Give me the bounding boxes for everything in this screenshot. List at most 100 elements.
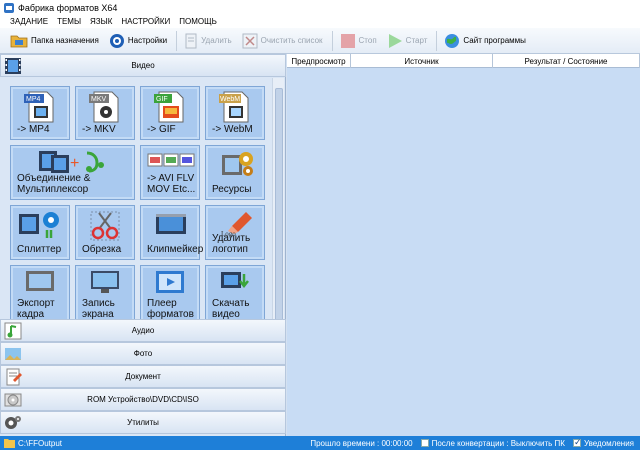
splitter-icon — [19, 212, 59, 238]
tile-to-mkv[interactable]: MKV -> MKV — [75, 86, 135, 140]
tile-export-frame[interactable]: Экспорт кадра — [10, 265, 70, 325]
tile-to-avi-flv-mov[interactable]: -> AVI FLV MOV Etc... — [140, 145, 200, 200]
tile-download-video[interactable]: Скачать видео — [205, 265, 265, 325]
tile-splitter[interactable]: Сплиттер — [10, 205, 70, 260]
tile-format-player-label: Плеер форматов — [147, 298, 194, 320]
category-document[interactable]: Документ — [0, 365, 286, 388]
formats-icon — [147, 153, 195, 167]
settings-label: Настройки — [127, 36, 168, 45]
mkv-file-icon: MKV — [89, 91, 119, 123]
after-convert-label: После конвертации : Выключить ПК — [431, 438, 565, 448]
stop-label: Стоп — [358, 36, 377, 45]
clear-icon — [242, 33, 258, 48]
webm-file-icon: WebM — [219, 91, 249, 123]
tile-merge-mux-label: Объединение & Мультиплексор — [17, 173, 91, 195]
tile-resources[interactable]: Ресурсы — [205, 145, 265, 200]
category-photo[interactable]: Фото — [0, 342, 286, 365]
tile-remove-logo-label: Удалить логотип — [212, 233, 251, 255]
svg-text:MP4: MP4 — [26, 96, 41, 103]
svg-text:MKV: MKV — [91, 96, 107, 103]
clear-list-button[interactable]: Очистить список — [238, 30, 327, 52]
tile-to-gif[interactable]: GIF -> GIF — [140, 86, 200, 140]
column-result-status[interactable]: Результат / Состояние — [493, 54, 640, 68]
task-list[interactable]: Предпросмотр Источник Результат / Состоя… — [287, 54, 640, 436]
category-video[interactable]: Видео — [0, 54, 286, 77]
notifications-label: Уведомления — [583, 438, 634, 448]
remove-label: Удалить — [201, 36, 232, 45]
tile-download-video-label: Скачать видео — [212, 298, 250, 320]
tile-crop[interactable]: Обрезка — [75, 205, 135, 260]
tile-remove-logo[interactable]: Logo Удалить логотип — [205, 205, 265, 260]
after-convert-checkbox[interactable] — [420, 439, 429, 447]
tile-screen-record[interactable]: Запись экрана — [75, 265, 135, 325]
tile-to-webm[interactable]: WebM -> WebM — [205, 86, 265, 140]
tile-to-avi-flv-mov-label: -> AVI FLV MOV Etc... — [147, 173, 196, 195]
output-folder-label: Папка назначения — [31, 36, 99, 45]
column-source[interactable]: Источник — [351, 54, 493, 68]
category-panel: Видео MP4 -> MP4 MKV -> MKV GIF -> GIF W… — [0, 54, 286, 436]
menu-settings[interactable]: НАСТРОЙКИ — [121, 17, 170, 26]
export-frame-icon — [26, 271, 54, 291]
toolbar-divider — [331, 30, 333, 51]
elapsed-time: Прошло времени : 00:00:00 — [310, 438, 413, 448]
remove-button[interactable]: Удалить — [180, 30, 236, 52]
tile-to-gif-label: -> GIF — [147, 124, 176, 135]
tile-format-player[interactable]: Плеер форматов — [140, 265, 200, 325]
mp4-file-icon: MP4 — [24, 91, 54, 123]
category-document-label: Документ — [125, 372, 161, 381]
stop-icon — [340, 33, 355, 48]
menu-help[interactable]: ПОМОЩЬ — [179, 17, 217, 26]
category-utilities[interactable]: Утилиты — [0, 411, 286, 434]
download-video-icon — [221, 272, 249, 289]
category-rom-dvd-cd-iso[interactable]: ROM Устройство\DVD\CD\ISO — [0, 388, 286, 411]
film-icon — [5, 58, 21, 74]
column-preview[interactable]: Предпросмотр — [287, 54, 351, 68]
document-icon — [6, 368, 22, 386]
toolbar-divider — [436, 30, 438, 51]
tile-splitter-label: Сплиттер — [17, 244, 62, 255]
settings-button[interactable]: Настройки — [105, 30, 171, 52]
stop-button[interactable]: Стоп — [336, 30, 381, 52]
website-button[interactable]: Сайт программы — [440, 30, 529, 52]
category-audio[interactable]: Аудио — [0, 319, 286, 342]
menu-task[interactable]: ЗАДАНИЕ — [10, 17, 48, 26]
tile-to-mp4[interactable]: MP4 -> MP4 — [10, 86, 70, 140]
gif-file-icon: GIF — [154, 91, 184, 123]
play-icon — [388, 33, 402, 48]
svg-text:WebM: WebM — [220, 96, 240, 103]
tile-clipmaker[interactable]: Клипмейкер — [140, 205, 203, 260]
player-icon — [156, 271, 184, 293]
output-folder-button[interactable]: Папка назначения — [6, 30, 103, 52]
notifications-checkbox[interactable] — [572, 437, 582, 448]
toolbar: Папка назначения Настройки Удалить Очист… — [0, 28, 640, 54]
globe-icon — [445, 33, 460, 48]
scissors-icon — [90, 211, 120, 241]
photo-icon — [5, 348, 21, 360]
tile-to-mkv-label: -> MKV — [82, 124, 116, 135]
scrollbar-thumb[interactable] — [275, 88, 283, 358]
disc-icon — [4, 393, 22, 407]
website-label: Сайт программы — [463, 36, 526, 45]
tile-merge-mux[interactable]: + Объединение & Мультиплексор — [10, 145, 135, 200]
window-title: Фабрика форматов X64 — [18, 2, 118, 13]
tile-resources-label: Ресурсы — [212, 184, 252, 195]
clipmaker-icon — [156, 214, 186, 234]
menu-bar: ЗАДАНИЕ ТЕМЫ ЯЗЫК НАСТРОЙКИ ПОМОЩЬ — [0, 15, 640, 28]
tile-to-mp4-label: -> MP4 — [17, 124, 50, 135]
menu-themes[interactable]: ТЕМЫ — [57, 17, 81, 26]
remove-icon — [185, 33, 197, 48]
output-path[interactable]: C:\FFOutput — [18, 439, 62, 448]
category-video-label: Видео — [131, 61, 155, 70]
toolbar-divider — [176, 30, 178, 51]
menu-language[interactable]: ЯЗЫК — [90, 17, 112, 26]
start-button[interactable]: Старт — [383, 30, 432, 52]
merge-icon: + — [39, 151, 104, 173]
category-audio-label: Аудио — [131, 326, 155, 335]
app-icon — [4, 2, 14, 13]
task-list-header: Предпросмотр Источник Результат / Состоя… — [287, 54, 640, 68]
tile-to-webm-label: -> WebM — [212, 124, 253, 135]
title-bar: Фабрика форматов X64 — [0, 0, 640, 15]
output-folder-icon — [4, 439, 15, 448]
svg-text:GIF: GIF — [156, 96, 168, 103]
tile-screen-record-label: Запись экрана — [82, 298, 115, 320]
